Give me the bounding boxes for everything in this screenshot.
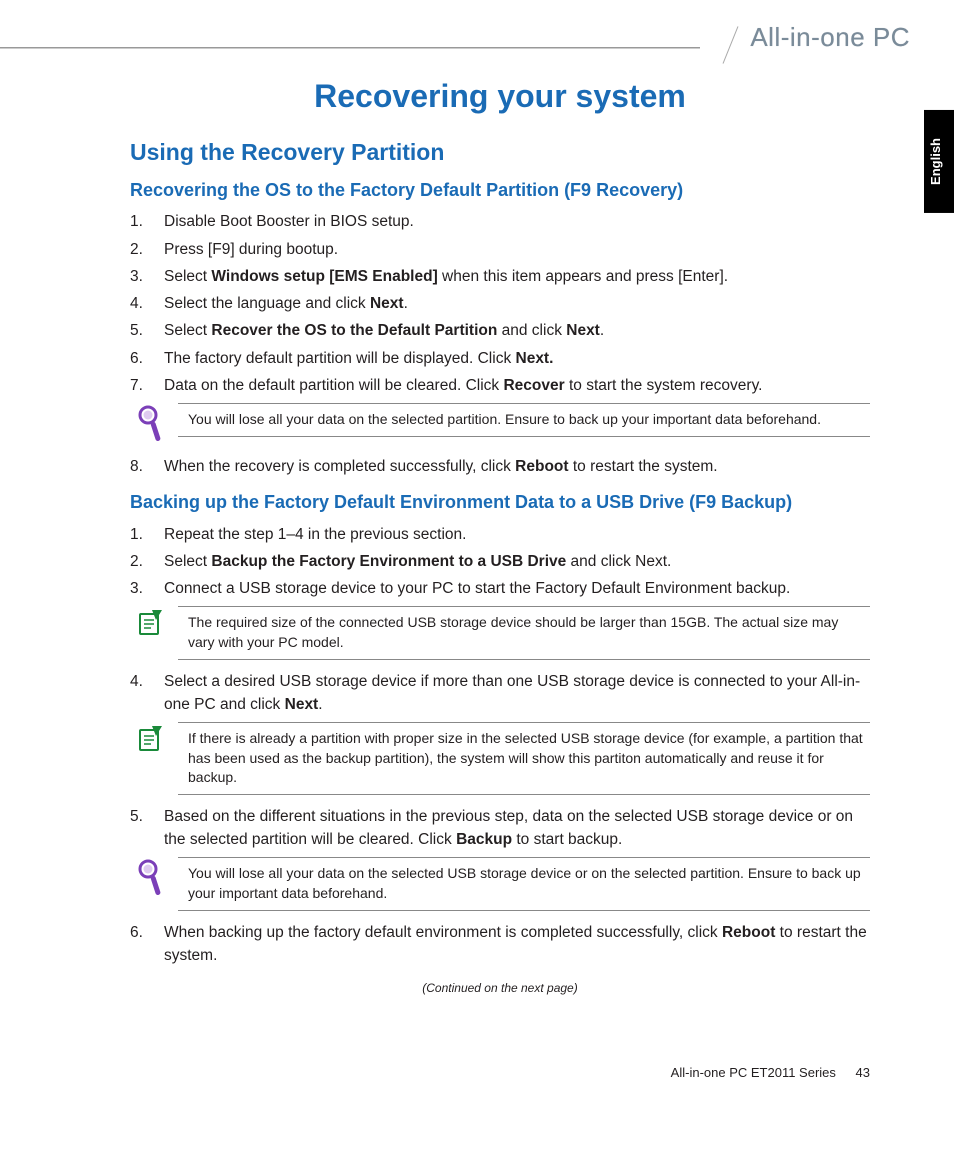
chapter-title: Recovering your system bbox=[130, 78, 870, 115]
warning-box: You will lose all your data on the selec… bbox=[130, 857, 870, 910]
list-item: Repeat the step 1–4 in the previous sect… bbox=[130, 523, 870, 546]
warning-box: You will lose all your data on the selec… bbox=[130, 403, 870, 445]
subsection-title-1: Recovering the OS to the Factory Default… bbox=[130, 178, 870, 202]
step-text: Repeat the step 1–4 in the previous sect… bbox=[164, 526, 466, 543]
note-text: If there is already a partition with pro… bbox=[178, 722, 870, 795]
step-bold: Reboot bbox=[722, 924, 775, 941]
step-bold: Next bbox=[566, 322, 600, 339]
list-item: Based on the different situations in the… bbox=[130, 805, 870, 852]
list-item: Select Backup the Factory Environment to… bbox=[130, 550, 870, 573]
step-text: when this item appears and press [Enter]… bbox=[438, 268, 728, 285]
steps-list-1: Disable Boot Booster in BIOS setup. Pres… bbox=[130, 210, 870, 397]
step-bold: Next bbox=[285, 696, 319, 713]
step-bold: Backup the Factory Environment to a USB … bbox=[211, 553, 566, 570]
steps-list-2: Repeat the step 1–4 in the previous sect… bbox=[130, 523, 870, 601]
list-item: Data on the default partition will be cl… bbox=[130, 374, 870, 397]
list-item: Select Recover the OS to the Default Par… bbox=[130, 319, 870, 342]
list-item: Press [F9] during bootup. bbox=[130, 238, 870, 261]
step-text: and click Next. bbox=[566, 553, 671, 570]
step-text: to restart the system. bbox=[569, 458, 718, 475]
continued-note: (Continued on the next page) bbox=[130, 981, 870, 995]
step-text: Select bbox=[164, 553, 211, 570]
step-bold: Reboot bbox=[515, 458, 568, 475]
step-bold: Next bbox=[370, 295, 404, 312]
step-text: When backing up the factory default envi… bbox=[164, 924, 722, 941]
step-text: Select bbox=[164, 268, 211, 285]
note-box: If there is already a partition with pro… bbox=[130, 722, 870, 795]
step-text: to start the system recovery. bbox=[565, 377, 763, 394]
steps-list-1b: When the recovery is completed successfu… bbox=[130, 455, 870, 478]
subsection-title-2: Backing up the Factory Default Environme… bbox=[130, 490, 870, 514]
step-bold: Next. bbox=[516, 350, 554, 367]
steps-list-2c: Based on the different situations in the… bbox=[130, 805, 870, 852]
steps-list-2d: When backing up the factory default envi… bbox=[130, 921, 870, 968]
section-title: Using the Recovery Partition bbox=[130, 139, 870, 166]
step-bold: Backup bbox=[456, 831, 512, 848]
step-text: and click bbox=[497, 322, 566, 339]
step-text: Select a desired USB storage device if m… bbox=[164, 673, 860, 713]
page-content: Recovering your system Using the Recover… bbox=[0, 0, 954, 1035]
page-footer: All-in-one PC ET2011 Series 43 bbox=[0, 1065, 954, 1080]
step-text: Select the language and click bbox=[164, 295, 370, 312]
list-item: When the recovery is completed successfu… bbox=[130, 455, 870, 478]
note-icon bbox=[130, 606, 170, 638]
note-box: The required size of the connected USB s… bbox=[130, 606, 870, 659]
step-text: Press [F9] during bootup. bbox=[164, 241, 338, 258]
list-item: The factory default partition will be di… bbox=[130, 347, 870, 370]
language-tab: English bbox=[924, 110, 954, 213]
step-text: Data on the default partition will be cl… bbox=[164, 377, 503, 394]
magnifier-icon bbox=[130, 403, 170, 445]
step-bold: Recover the OS to the Default Partition bbox=[211, 322, 497, 339]
step-text: . bbox=[318, 696, 322, 713]
step-text: to start backup. bbox=[512, 831, 622, 848]
magnifier-icon bbox=[130, 857, 170, 899]
warning-text: You will lose all your data on the selec… bbox=[178, 857, 870, 910]
list-item: Select Windows setup [EMS Enabled] when … bbox=[130, 265, 870, 288]
list-item: Select the language and click Next. bbox=[130, 292, 870, 315]
brand-title: All-in-one PC bbox=[750, 22, 910, 53]
step-bold: Windows setup [EMS Enabled] bbox=[211, 268, 437, 285]
header-rule bbox=[0, 47, 700, 49]
step-text: The factory default partition will be di… bbox=[164, 350, 516, 367]
list-item: Select a desired USB storage device if m… bbox=[130, 670, 870, 717]
step-text: Disable Boot Booster in BIOS setup. bbox=[164, 213, 414, 230]
step-text: Select bbox=[164, 322, 211, 339]
step-text: Connect a USB storage device to your PC … bbox=[164, 580, 790, 597]
step-text: When the recovery is completed successfu… bbox=[164, 458, 515, 475]
step-bold: Recover bbox=[503, 377, 564, 394]
list-item: Disable Boot Booster in BIOS setup. bbox=[130, 210, 870, 233]
list-item: Connect a USB storage device to your PC … bbox=[130, 577, 870, 600]
list-item: When backing up the factory default envi… bbox=[130, 921, 870, 968]
warning-text: You will lose all your data on the selec… bbox=[178, 403, 870, 437]
note-icon bbox=[130, 722, 170, 754]
page-number: 43 bbox=[856, 1065, 870, 1080]
note-text: The required size of the connected USB s… bbox=[178, 606, 870, 659]
steps-list-2b: Select a desired USB storage device if m… bbox=[130, 670, 870, 717]
footer-model: All-in-one PC ET2011 Series bbox=[671, 1065, 836, 1080]
step-text: . bbox=[600, 322, 604, 339]
step-text: . bbox=[404, 295, 408, 312]
